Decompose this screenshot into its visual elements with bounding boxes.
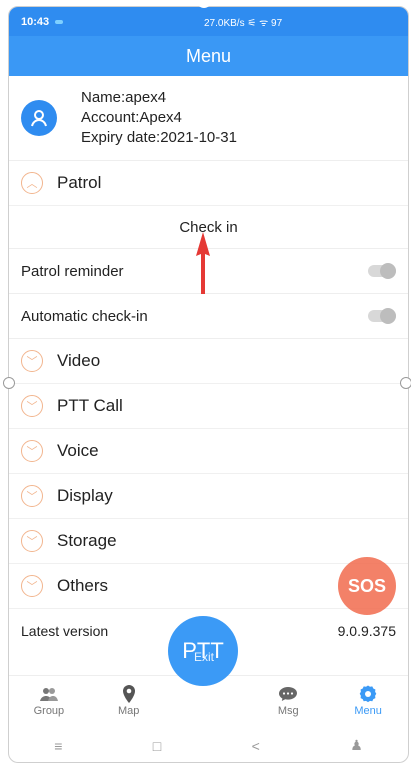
user-info: Name:apex4 Account:Apex4 Expiry date:202…	[9, 76, 408, 161]
tab-group-label: Group	[33, 705, 65, 717]
tab-map-label: Map	[117, 705, 140, 717]
status-time: 10:43	[21, 15, 50, 28]
section-ptt-call[interactable]: ﹀ PTT Call	[9, 384, 408, 429]
automatic-checkin-toggle[interactable]	[368, 308, 396, 324]
user-expiry: Expiry date:2021-10-31	[81, 129, 237, 146]
tab-menu[interactable]: Menu	[333, 685, 403, 717]
sos-button[interactable]: SOS	[338, 557, 396, 615]
group-icon	[38, 685, 60, 703]
tab-menu-label: Menu	[354, 705, 382, 717]
patrol-reminder-label: Patrol reminder	[21, 262, 124, 280]
tab-map[interactable]: Map	[94, 685, 164, 717]
chevron-down-icon: ﹀	[21, 575, 43, 597]
section-storage-label: Storage	[57, 531, 117, 550]
section-voice[interactable]: ﹀ Voice	[9, 429, 408, 474]
latest-version-value: 9.0.9.375	[337, 623, 396, 639]
chevron-down-icon: ﹀	[21, 440, 43, 462]
section-voice-label: Voice	[57, 441, 99, 460]
chevron-up-icon: ︿	[21, 172, 43, 194]
nav-back-button[interactable]: <	[252, 738, 260, 754]
user-name: Name:apex4	[81, 89, 167, 106]
map-pin-icon	[118, 685, 140, 703]
nav-menu-button[interactable]: ≡	[54, 738, 62, 754]
section-patrol-label: Patrol	[57, 173, 102, 192]
status-dot-icon	[55, 19, 64, 24]
right-edge-handle	[400, 377, 411, 389]
latest-version-label: Latest version	[21, 623, 109, 639]
page-title: Menu	[9, 36, 408, 76]
section-display-label: Display	[57, 486, 113, 505]
section-video[interactable]: ﹀ Video	[9, 339, 408, 384]
automatic-checkin-row: Automatic check-in	[9, 294, 408, 339]
tab-msg-label: Msg	[277, 705, 299, 717]
left-edge-handle	[3, 377, 15, 389]
section-patrol[interactable]: ︿ Patrol	[9, 161, 408, 206]
red-arrow-annotation	[196, 232, 210, 294]
exit-button[interactable]: Exit	[194, 650, 214, 664]
section-others-label: Others	[57, 576, 109, 595]
section-storage[interactable]: ﹀ Storage	[9, 519, 408, 564]
chevron-down-icon: ﹀	[21, 485, 43, 507]
patrol-reminder-toggle[interactable]	[368, 263, 396, 279]
user-account: Account:Apex4	[81, 109, 182, 126]
tab-msg[interactable]: Msg	[253, 685, 323, 717]
avatar-icon	[21, 100, 57, 136]
status-bar: 10:43 27.0KB/s ⚟ ᯤ 97	[9, 7, 408, 36]
section-display[interactable]: ﹀ Display	[9, 474, 408, 519]
tab-group[interactable]: Group	[14, 685, 84, 717]
status-right: 27.0KB/s ⚟ ᯤ 97	[204, 18, 283, 29]
chevron-down-icon: ﹀	[21, 395, 43, 417]
nav-accessibility-button[interactable]: ♟	[350, 737, 363, 754]
section-video-label: Video	[57, 351, 101, 370]
automatic-checkin-label: Automatic check-in	[21, 307, 148, 325]
gear-icon	[357, 685, 379, 703]
nav-home-button[interactable]: □	[153, 738, 161, 754]
chevron-down-icon: ﹀	[21, 530, 43, 552]
chevron-down-icon: ﹀	[21, 350, 43, 372]
message-icon	[277, 685, 299, 703]
system-nav-bar: ≡ □ < ♟	[9, 729, 408, 762]
section-ptt-call-label: PTT Call	[57, 396, 123, 415]
